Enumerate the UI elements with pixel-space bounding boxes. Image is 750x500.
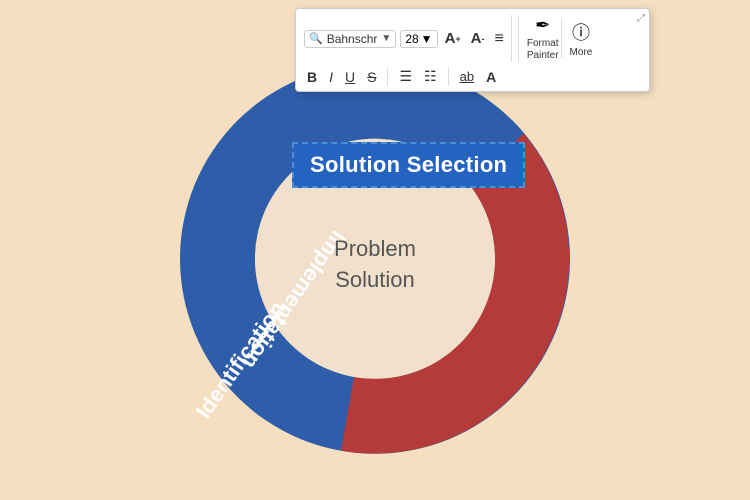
ordered-list-button[interactable]: ☰ — [396, 66, 415, 87]
format-painter-button[interactable]: ✒ FormatPainter — [518, 15, 559, 62]
diagram-container: Identification Implementation Problem So… — [155, 39, 595, 479]
font-selector[interactable]: 🔍 Bahnschr ▼ — [304, 30, 396, 48]
underline2-button[interactable]: ab — [457, 67, 477, 86]
format-painter-section: ✒ FormatPainter ⓘ More — [511, 15, 592, 62]
solution-selection-text: Solution Selection — [310, 152, 507, 177]
toolbar-row-1: 🔍 Bahnschr ▼ 28 ▼ A+ A- ≡ ✒ FormatPainte… — [304, 15, 641, 62]
bold-button[interactable]: B — [304, 67, 320, 87]
more-icon: ⓘ — [572, 19, 590, 45]
underline-button[interactable]: U — [342, 67, 358, 87]
separator-1 — [387, 68, 388, 86]
decrease-font-button[interactable]: A- — [468, 28, 488, 49]
formatting-toolbar[interactable]: ⤢ 🔍 Bahnschr ▼ 28 ▼ A+ A- ≡ ✒ FormatPain… — [295, 8, 650, 92]
more-button[interactable]: ⓘ More — [561, 19, 593, 58]
solution-selection-box[interactable]: Solution Selection — [292, 142, 525, 188]
format-painter-label: FormatPainter — [527, 38, 559, 62]
increase-font-button[interactable]: A+ — [442, 28, 464, 49]
font-size-value: 28 — [405, 32, 418, 46]
font-size-selector[interactable]: 28 ▼ — [400, 30, 437, 48]
font-name: Bahnschr — [327, 32, 378, 46]
toolbar-row-2: B I U S ☰ ☷ ab A — [304, 66, 641, 87]
more-label: More — [570, 47, 593, 58]
collapse-button[interactable]: ⤢ — [637, 13, 645, 24]
strikethrough-button[interactable]: S — [364, 67, 379, 87]
search-icon: 🔍 — [309, 32, 323, 45]
diagram-svg: Identification Implementation — [155, 39, 595, 479]
font-size-arrow-icon: ▼ — [421, 32, 433, 46]
caps-button[interactable]: A — [483, 67, 499, 87]
separator-2 — [448, 68, 449, 86]
format-painter-icon: ✒ — [535, 15, 550, 36]
italic-button[interactable]: I — [326, 67, 336, 87]
dropdown-arrow-icon: ▼ — [381, 33, 391, 44]
align-button[interactable]: ≡ — [492, 28, 507, 50]
unordered-list-button[interactable]: ☷ — [421, 66, 440, 87]
